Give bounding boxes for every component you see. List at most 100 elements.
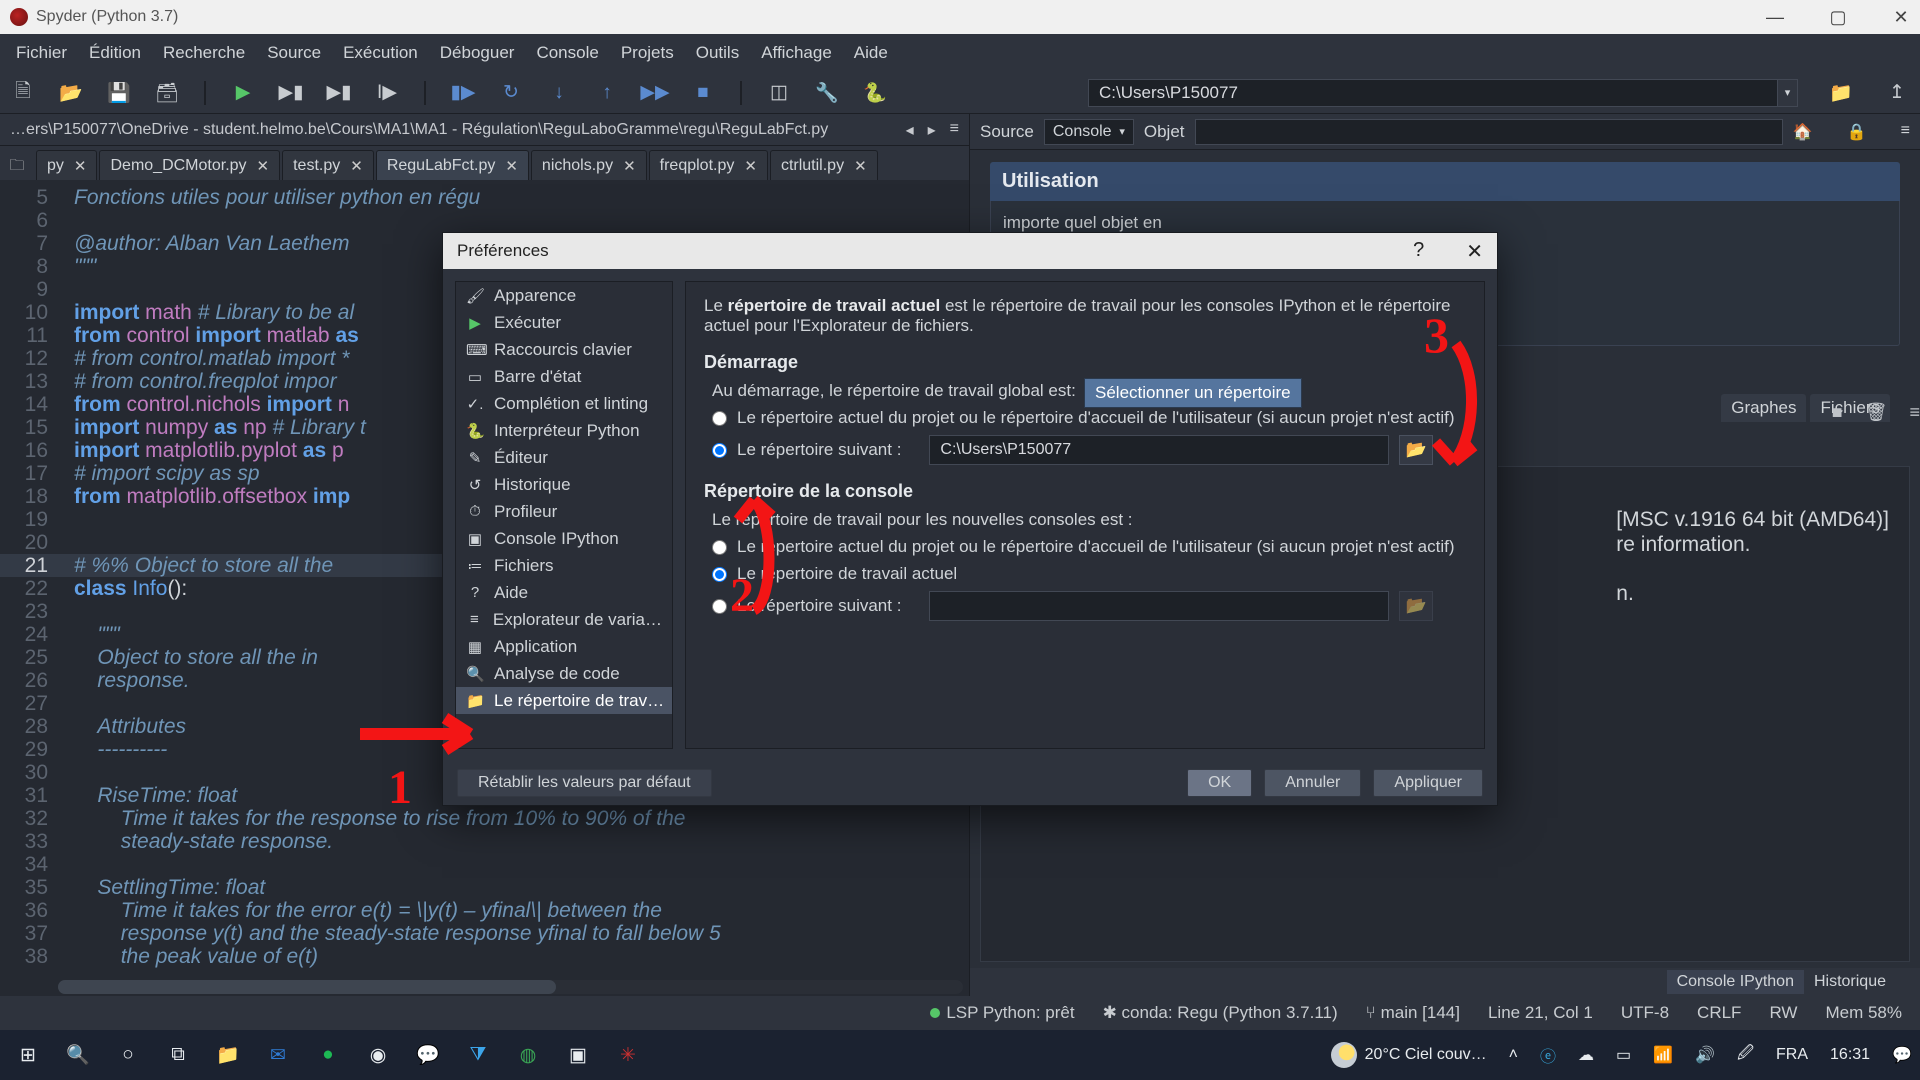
close-tab-icon[interactable]: ✕ <box>744 157 757 175</box>
radio-console-following[interactable]: Le répertoire suivant : 📂 <box>712 591 1466 621</box>
run-cell-icon[interactable]: ▶▮ <box>278 80 304 106</box>
nav-item[interactable]: ▦Application <box>456 633 672 660</box>
nav-item[interactable]: ▭Barre d'état <box>456 363 672 390</box>
dialog-help-icon[interactable]: ? <box>1413 239 1424 264</box>
run-icon[interactable]: ▶ <box>230 80 256 106</box>
stop-debug-icon[interactable]: ■ <box>690 80 716 106</box>
python-path-icon[interactable]: 🐍 <box>862 80 888 106</box>
tab-graphs[interactable]: Graphes <box>1721 394 1806 422</box>
anaconda-icon[interactable]: ◍ <box>508 1035 548 1075</box>
step-over-icon[interactable]: ↻ <box>498 80 524 106</box>
radio-console-current[interactable]: Le répertoire de travail actuel <box>712 564 1466 584</box>
startup-path-input[interactable] <box>929 435 1389 465</box>
nav-item[interactable]: ↺Historique <box>456 471 672 498</box>
editor-tab[interactable]: Demo_DCMotor.py✕ <box>99 150 280 180</box>
tray-edge-icon[interactable]: ⓔ <box>1540 1043 1556 1067</box>
browse-startup-dir-button[interactable]: 📂 <box>1399 435 1433 465</box>
start-button[interactable]: ⊞ <box>8 1035 48 1075</box>
workdir-dropdown-icon[interactable]: ▾ <box>1778 79 1798 107</box>
workdir-input[interactable] <box>1088 79 1778 107</box>
prev-file-icon[interactable]: ◂ <box>906 120 914 140</box>
nav-item[interactable]: ▶Exécuter <box>456 309 672 336</box>
tray-volume-icon[interactable]: 🔊 <box>1695 1045 1715 1065</box>
radio-console-project[interactable]: Le répertoire actuel du projet ou le rép… <box>712 537 1466 557</box>
apply-button[interactable]: Appliquer <box>1373 769 1483 797</box>
editor-tab[interactable]: ReguLabFct.py✕ <box>376 150 529 180</box>
workdir-combo[interactable]: ▾ 📁 ↥ <box>1088 79 1910 107</box>
nav-item[interactable]: ▣Console IPython <box>456 525 672 552</box>
tray-ease-icon[interactable]: 🖉 <box>1737 1042 1754 1069</box>
tray-battery-icon[interactable]: ▭ <box>1616 1045 1631 1065</box>
browse-console-dir-button[interactable]: 📂 <box>1399 591 1433 621</box>
menu-projets[interactable]: Projets <box>611 39 684 67</box>
new-file-icon[interactable]: 🗎 <box>10 80 36 106</box>
tray-lang[interactable]: FRA <box>1776 1046 1808 1064</box>
save-icon[interactable]: 💾 <box>106 80 132 106</box>
nav-item[interactable]: ?Aide <box>456 579 672 606</box>
run-cell-advance-icon[interactable]: ▶▮ <box>326 80 352 106</box>
menu-affichage[interactable]: Affichage <box>751 39 842 67</box>
close-tab-icon[interactable]: ✕ <box>257 157 270 175</box>
ok-button[interactable]: OK <box>1187 769 1252 797</box>
editor-tab[interactable]: py✕ <box>36 150 97 180</box>
close-tab-icon[interactable]: ✕ <box>350 157 363 175</box>
close-tab-icon[interactable]: ✕ <box>74 157 87 175</box>
continue-icon[interactable]: ▶▶ <box>642 80 668 106</box>
pane-menu-icon[interactable]: ≡ <box>950 120 959 140</box>
nav-item[interactable]: 🔍Analyse de code <box>456 660 672 687</box>
menu-aide[interactable]: Aide <box>844 39 898 67</box>
menu-exécution[interactable]: Exécution <box>333 39 428 67</box>
close-tab-icon[interactable]: ✕ <box>854 157 867 175</box>
editor-tab[interactable]: nichols.py✕ <box>531 150 647 180</box>
outlook-icon[interactable]: ✉ <box>258 1035 298 1075</box>
tray-wifi-icon[interactable]: 📶 <box>1653 1045 1673 1065</box>
step-in-icon[interactable]: ↓ <box>546 80 572 106</box>
tray-time[interactable]: 16:31 <box>1830 1046 1870 1064</box>
spyder-task-icon[interactable]: ✳ <box>608 1035 648 1075</box>
editor-tab[interactable]: ctrlutil.py✕ <box>770 150 878 180</box>
nav-item[interactable]: ✓.Complétion et linting <box>456 390 672 417</box>
object-input[interactable] <box>1195 119 1783 145</box>
run-selection-icon[interactable]: I▶ <box>374 80 400 106</box>
browse-workdir-icon[interactable]: 📁 <box>1828 80 1854 106</box>
tray-cloud-icon[interactable]: ☁ <box>1578 1045 1594 1065</box>
menu-outils[interactable]: Outils <box>686 39 749 67</box>
lock-icon[interactable]: 🔒 <box>1847 122 1867 142</box>
parent-dir-icon[interactable]: ↥ <box>1884 80 1910 106</box>
menu-fichier[interactable]: Fichier <box>6 39 77 67</box>
reset-defaults-button[interactable]: Rétablir les valeurs par défaut <box>457 769 712 797</box>
nav-item[interactable]: ⏱Profileur <box>456 498 672 525</box>
maximize-pane-icon[interactable]: ◫ <box>766 80 792 106</box>
open-folder-icon[interactable]: 📂 <box>58 80 84 106</box>
vscode-icon[interactable]: ⧩ <box>458 1035 498 1075</box>
search-icon[interactable]: 🔍 <box>58 1035 98 1075</box>
minimize-button[interactable]: — <box>1766 7 1784 28</box>
menu-recherche[interactable]: Recherche <box>153 39 255 67</box>
file-browser-icon[interactable]: 🗀 <box>4 154 30 180</box>
console-menu-icon[interactable]: ≡ <box>1909 402 1920 423</box>
cancel-button[interactable]: Annuler <box>1264 769 1361 797</box>
terminal-icon[interactable]: ▣ <box>558 1035 598 1075</box>
preferences-icon[interactable]: 🔧 <box>814 80 840 106</box>
h-scrollbar[interactable] <box>58 980 963 994</box>
source-combo[interactable]: Console▾ <box>1044 119 1134 145</box>
maximize-button[interactable]: ▢ <box>1829 7 1847 28</box>
tab-history[interactable]: Historique <box>1804 970 1896 994</box>
tab-ipython[interactable]: Console IPython <box>1667 970 1804 994</box>
next-file-icon[interactable]: ▸ <box>928 120 936 140</box>
nav-item[interactable]: ≔Fichiers <box>456 552 672 579</box>
editor-tab[interactable]: test.py✕ <box>282 150 374 180</box>
debug-icon[interactable]: ▮▶ <box>450 80 476 106</box>
menu-console[interactable]: Console <box>526 39 608 67</box>
menu-déboguer[interactable]: Déboguer <box>430 39 525 67</box>
step-out-icon[interactable]: ↑ <box>594 80 620 106</box>
console-clear-icon[interactable]: 🗑 <box>1865 402 1888 423</box>
radio-startup-project[interactable]: Le répertoire actuel du projet ou le rép… <box>712 408 1466 428</box>
nav-item[interactable]: ≡Explorateur de varia… <box>456 606 672 633</box>
tray-chevron-icon[interactable]: ˄ <box>1509 1046 1518 1064</box>
messages-icon[interactable]: 💬 <box>408 1035 448 1075</box>
weather-widget[interactable]: 20°C Ciel couv… <box>1331 1042 1487 1068</box>
cortana-icon[interactable]: ○ <box>108 1035 148 1075</box>
help-menu-icon[interactable]: ≡ <box>1901 122 1910 142</box>
home-icon[interactable]: 🏠 <box>1793 122 1813 142</box>
